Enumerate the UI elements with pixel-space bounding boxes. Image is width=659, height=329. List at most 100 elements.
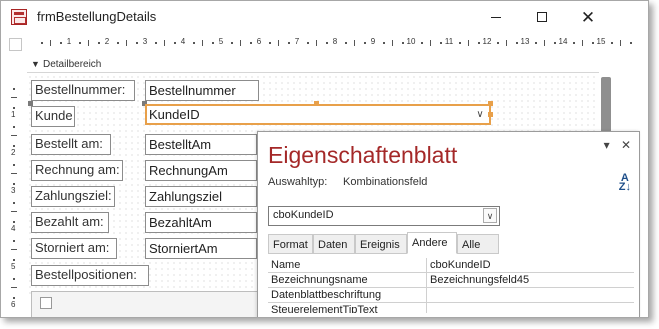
ruler-number: 6 xyxy=(256,37,262,46)
chevron-down-icon: ∨ xyxy=(483,208,497,223)
ruler-tick xyxy=(392,40,393,46)
ruler-tick xyxy=(240,40,241,46)
property-name: Name xyxy=(271,259,301,271)
sort-icon-bottom: Z↓ xyxy=(618,181,631,193)
ruler-tick xyxy=(230,42,233,44)
property-row[interactable]: Name cboKundeID xyxy=(268,258,634,273)
ruler-tick xyxy=(306,42,309,44)
resize-handle-right[interactable] xyxy=(488,112,493,117)
ruler-tick xyxy=(477,42,480,44)
property-row[interactable]: SteuerelementTipText xyxy=(268,303,634,313)
property-sheet: Eigenschaftenblatt ▾ ✕ Auswahltyp: Kombi… xyxy=(257,131,640,317)
ruler-tick xyxy=(420,42,423,44)
ruler-tick xyxy=(287,42,290,44)
ruler-tick xyxy=(629,42,632,44)
ruler-tick xyxy=(78,42,81,44)
ruler-tick xyxy=(363,42,366,44)
label-bezahlt-am[interactable]: Bezahlt am: xyxy=(31,212,109,233)
ruler-number: 14 xyxy=(558,37,568,46)
pane-options-icon[interactable]: ▾ xyxy=(604,138,610,152)
horizontal-ruler: 1 2 3 4 5 6 7 8 9 10 11 12 13 14 15 xyxy=(27,36,632,53)
ruler-number: 4 xyxy=(180,37,186,46)
ruler-tick xyxy=(11,173,17,174)
tab-alle[interactable]: Alle xyxy=(457,234,499,254)
ruler-tick xyxy=(354,40,355,46)
combo-kundeid[interactable]: KundeID ∨ xyxy=(145,104,491,125)
ruler-number: 15 xyxy=(596,37,606,46)
ruler-tick xyxy=(154,42,157,44)
form-selector[interactable] xyxy=(9,38,22,51)
ruler-tick xyxy=(382,42,385,44)
property-row[interactable]: Bezeichnungsname Bezeichnungsfeld45 xyxy=(268,273,634,288)
property-value[interactable]: Bezeichnungsfeld45 xyxy=(430,274,529,286)
ruler-tick xyxy=(13,144,15,147)
ruler-tick xyxy=(13,277,15,280)
field-zahlungsziel[interactable]: Zahlungsziel xyxy=(145,186,257,207)
ruler-tick xyxy=(591,42,594,44)
resize-handle-top-right[interactable] xyxy=(488,101,493,106)
section-label: Detailbereich xyxy=(43,59,102,70)
ruler-number: 5 xyxy=(11,262,16,271)
ruler-tick xyxy=(11,135,17,136)
label-storniert-am[interactable]: Storniert am: xyxy=(31,238,117,259)
tab-andere[interactable]: Andere xyxy=(407,232,457,254)
close-icon[interactable]: ✕ xyxy=(621,138,631,152)
tab-ereignis[interactable]: Ereignis xyxy=(355,234,407,254)
ruler-tick xyxy=(13,163,15,166)
tab-daten[interactable]: Daten xyxy=(313,234,355,254)
section-arrow-icon: ▼ xyxy=(31,59,40,69)
combo-kundeid-text: KundeID xyxy=(149,107,200,122)
property-name: SteuerelementTipText xyxy=(271,304,378,313)
sort-icon[interactable]: A Z↓ xyxy=(618,173,631,193)
ruler-tick xyxy=(13,201,15,204)
window-title: frmBestellungDetails xyxy=(37,9,157,24)
selection-type-value: Kombinationsfeld xyxy=(343,176,428,188)
subform-bestellpositionen[interactable] xyxy=(31,291,271,317)
field-bestelltam[interactable]: BestelltAm xyxy=(145,134,257,155)
label-move-handle[interactable] xyxy=(28,101,33,106)
ruler-tick xyxy=(11,97,17,98)
ruler-tick xyxy=(544,40,545,46)
ruler-tick xyxy=(496,42,499,44)
ruler-tick xyxy=(211,42,214,44)
ruler-number: 6 xyxy=(11,300,16,309)
property-row[interactable]: Datenblattbeschriftung xyxy=(268,288,634,303)
ruler-number: 3 xyxy=(142,37,148,46)
tab-format[interactable]: Format xyxy=(268,234,313,254)
ruler-tick xyxy=(173,42,176,44)
ruler-tick xyxy=(192,42,195,44)
close-button[interactable]: ✕ xyxy=(565,1,611,33)
field-bestellnummer[interactable]: Bestellnummer xyxy=(145,80,259,101)
ruler-tick xyxy=(506,40,507,46)
vertical-ruler: 1 2 3 4 5 6 xyxy=(7,75,23,317)
ruler-number: 8 xyxy=(332,37,338,46)
object-selector[interactable]: cboKundeID ∨ xyxy=(268,206,500,226)
ruler-tick xyxy=(97,42,100,44)
subform-selector[interactable] xyxy=(40,297,52,309)
ruler-tick xyxy=(515,42,518,44)
detail-section-bar[interactable]: ▼ Detailbereich xyxy=(27,57,599,73)
field-rechnungam[interactable]: RechnungAm xyxy=(145,160,257,181)
property-value[interactable]: cboKundeID xyxy=(430,259,491,271)
label-zahlungsziel[interactable]: Zahlungsziel: xyxy=(31,186,115,207)
label-bestellnummer[interactable]: Bestellnummer: xyxy=(31,80,135,101)
ruler-tick xyxy=(553,42,556,44)
ruler-number: 9 xyxy=(370,37,376,46)
ruler-tick xyxy=(13,182,15,185)
ruler-tick xyxy=(430,40,431,46)
ruler-tick xyxy=(126,40,127,46)
field-bezahltam[interactable]: BezahltAm xyxy=(145,212,257,233)
object-selector-value: cboKundeID xyxy=(273,209,334,221)
field-storniertam[interactable]: StorniertAm xyxy=(145,238,257,259)
maximize-button[interactable] xyxy=(519,1,565,33)
ruler-tick xyxy=(135,42,138,44)
label-kunde[interactable]: Kunde xyxy=(31,106,75,127)
minimize-button[interactable] xyxy=(473,1,519,33)
ruler-tick xyxy=(268,42,271,44)
resize-handle-top[interactable] xyxy=(314,101,319,106)
ruler-tick xyxy=(13,125,15,128)
label-bestellpositionen[interactable]: Bestellpositionen: xyxy=(31,265,149,286)
label-rechnung-am[interactable]: Rechnung am: xyxy=(31,160,123,181)
label-bestellt-am[interactable]: Bestellt am: xyxy=(31,134,111,155)
ruler-tick xyxy=(40,42,43,44)
